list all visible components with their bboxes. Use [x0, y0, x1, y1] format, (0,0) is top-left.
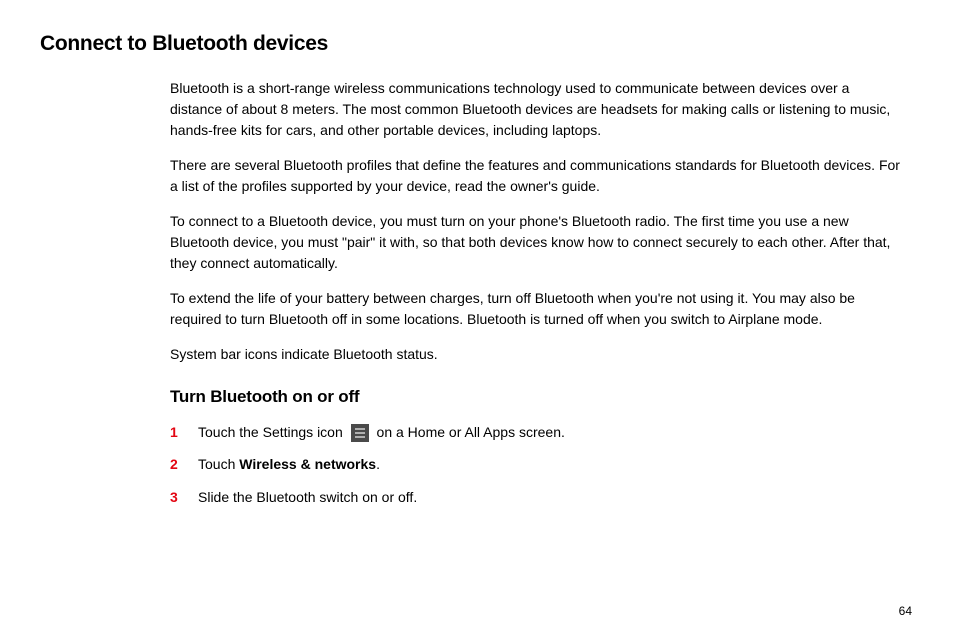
settings-icon [351, 424, 369, 442]
step-item-2: 2 Touch Wireless & networks. [170, 453, 904, 475]
page-number: 64 [899, 604, 912, 618]
step-bold-text: Wireless & networks [239, 456, 376, 472]
step-list: 1 Touch the Settings icon on a Home or A… [170, 421, 904, 508]
step-item-1: 1 Touch the Settings icon on a Home or A… [170, 421, 904, 443]
step-number: 3 [170, 486, 198, 508]
step-text: Slide the Bluetooth switch on or off. [198, 486, 904, 508]
intro-paragraph-3: To connect to a Bluetooth device, you mu… [170, 211, 904, 274]
step-text-after: on a Home or All Apps screen. [377, 424, 565, 440]
step-item-3: 3 Slide the Bluetooth switch on or off. [170, 486, 904, 508]
step-text: Touch Wireless & networks. [198, 453, 904, 475]
step-number: 2 [170, 453, 198, 475]
section-heading: Turn Bluetooth on or off [170, 387, 904, 407]
intro-paragraph-4: To extend the life of your battery betwe… [170, 288, 904, 330]
intro-paragraph-5: System bar icons indicate Bluetooth stat… [170, 344, 904, 365]
intro-paragraph-1: Bluetooth is a short-range wireless comm… [170, 78, 904, 141]
step-text-before: Touch [198, 456, 239, 472]
body-content: Bluetooth is a short-range wireless comm… [170, 78, 904, 508]
step-number: 1 [170, 421, 198, 443]
step-text-before: Touch the Settings icon [198, 424, 347, 440]
step-text-after: . [376, 456, 380, 472]
page-title: Connect to Bluetooth devices [40, 32, 914, 56]
step-text: Touch the Settings icon on a Home or All… [198, 421, 904, 443]
intro-paragraph-2: There are several Bluetooth profiles tha… [170, 155, 904, 197]
